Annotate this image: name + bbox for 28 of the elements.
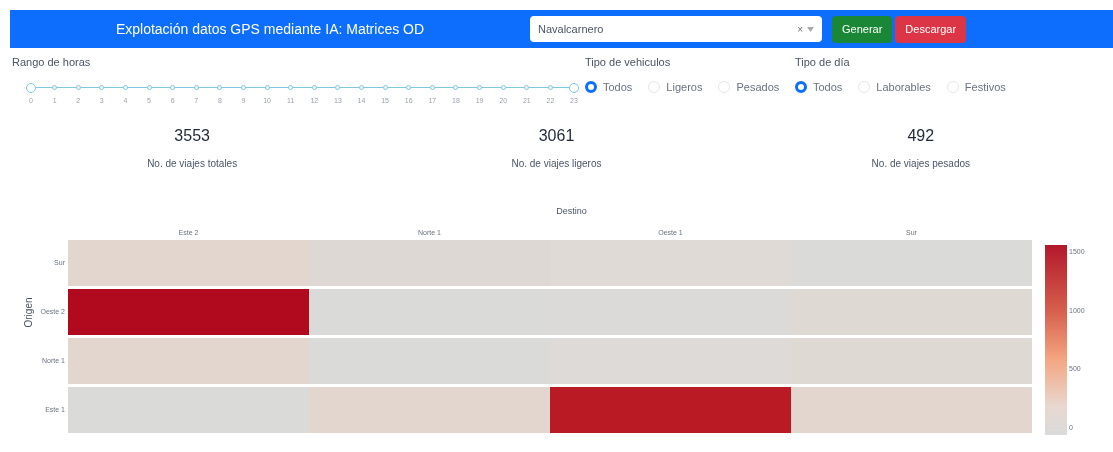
hour-range-slider[interactable] [25, 81, 580, 94]
axis-title: Destino [556, 204, 587, 218]
radio-option[interactable]: Pesados [718, 78, 780, 95]
axis-title: Origen [21, 297, 35, 328]
radio-option[interactable]: Festivos [946, 78, 1006, 95]
stat-value: 3553 [174, 125, 210, 146]
page-title: Explotación datos GPS mediante IA: Matrices OD [115, 19, 425, 39]
group-label: Tipo de día [795, 55, 851, 70]
stat-label: No. de viajes ligeros [511, 156, 602, 171]
radio-button[interactable] [795, 80, 807, 93]
stat-value: 492 [907, 125, 935, 146]
radio-option[interactable]: Todos [585, 78, 633, 95]
action-button[interactable]: Generar [832, 15, 893, 43]
caret-icon[interactable] [807, 26, 814, 32]
stat-label: No. de viajes pesados [871, 156, 970, 171]
stat-label: No. de viajes totales [147, 156, 238, 171]
radio-button[interactable] [585, 80, 597, 93]
radio-option[interactable]: Ligeros [648, 78, 703, 95]
slider-handle[interactable] [26, 82, 36, 93]
radio-option[interactable]: Todos [795, 78, 843, 95]
group-label: Rango de horas [12, 55, 92, 70]
slider-handle[interactable] [569, 82, 579, 93]
action-button[interactable]: Descargar [895, 15, 967, 43]
radio-option[interactable]: Laborables [858, 78, 931, 95]
clear-icon[interactable]: × [797, 21, 803, 37]
stat-value: 3061 [538, 125, 575, 146]
location-dropdown[interactable]: Navalcarnero × [530, 16, 822, 42]
group-label: Tipo de vehiculos [585, 55, 672, 70]
